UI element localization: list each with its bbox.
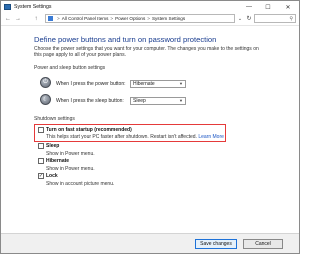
fast-startup-checkbox[interactable] <box>38 127 44 133</box>
sleep-label: Sleep <box>46 143 60 149</box>
chevron-down-icon: ▼ <box>179 81 183 86</box>
lock-checkbox[interactable]: ✓ <box>38 173 44 179</box>
sleep-button-icon: ☾ <box>40 94 51 105</box>
power-button-select[interactable]: Hibernate ▼ <box>130 80 186 88</box>
address-bar: ← → ↑ > All Control Panel Items > Power … <box>1 13 299 25</box>
fast-startup-description: This helps start your PC faster after sh… <box>46 134 224 140</box>
power-button-label: When I press the power button: <box>56 81 126 87</box>
checkmark-icon: ✓ <box>38 172 44 179</box>
lock-description: Show in account picture menu. <box>46 181 115 187</box>
power-button-value: Hibernate <box>133 81 155 87</box>
breadcrumb-separator: > <box>57 16 60 21</box>
fast-startup-desc-text: This helps start your PC faster after sh… <box>46 134 197 140</box>
hibernate-description: Show in Power menu. <box>46 166 95 172</box>
control-panel-icon <box>48 16 53 21</box>
breadcrumb-separator: > <box>147 16 150 21</box>
address-dropdown-icon[interactable]: ⌄ <box>236 14 244 23</box>
page-title: Define power buttons and turn on passwor… <box>34 35 217 44</box>
minimize-button[interactable]: — <box>241 1 257 13</box>
back-arrow-icon[interactable]: ← <box>4 14 12 24</box>
refresh-icon[interactable]: ↻ <box>245 14 253 23</box>
up-arrow-icon[interactable]: ↑ <box>32 14 40 24</box>
sleep-button-label: When I press the sleep button: <box>56 98 124 104</box>
divider <box>1 25 299 26</box>
footer-bar: Save changes Cancel <box>1 233 299 253</box>
lock-label: Lock <box>46 173 58 179</box>
save-changes-button[interactable]: Save changes <box>195 239 237 249</box>
close-button[interactable]: ✕ <box>280 1 296 13</box>
sleep-button-value: Sleep <box>133 98 146 104</box>
breadcrumb-power-options[interactable]: Power Options <box>115 16 145 21</box>
chevron-down-icon: ▼ <box>179 98 183 103</box>
search-input[interactable]: ⚲ <box>254 14 296 23</box>
window-title: System Settings <box>14 4 52 10</box>
power-sleep-section-title: Power and sleep button settings <box>34 65 106 71</box>
sleep-description: Show in Power menu. <box>46 151 95 157</box>
cancel-button[interactable]: Cancel <box>243 239 283 249</box>
breadcrumb-system-settings[interactable]: System Settings <box>152 16 185 21</box>
sleep-button-select[interactable]: Sleep ▼ <box>130 97 186 105</box>
breadcrumb-separator: > <box>110 16 114 21</box>
system-settings-icon <box>4 4 11 10</box>
sleep-checkbox[interactable] <box>38 143 44 149</box>
fast-startup-label: Turn on fast startup (recommended) <box>46 127 132 133</box>
hibernate-label: Hibernate <box>46 158 70 164</box>
search-icon: ⚲ <box>289 15 293 22</box>
forward-arrow-icon[interactable]: → <box>14 14 22 24</box>
page-description: Choose the power settings that you want … <box>34 46 259 58</box>
learn-more-link[interactable]: Learn More <box>198 134 224 140</box>
power-button-icon: ⏻ <box>40 77 51 88</box>
maximize-button[interactable]: ☐ <box>260 1 276 13</box>
hibernate-checkbox[interactable] <box>38 158 44 164</box>
shutdown-section-title: Shutdown settings <box>34 116 75 122</box>
system-settings-window: System Settings — ☐ ✕ ← → ↑ > All Contro… <box>0 0 300 254</box>
breadcrumb-all-control-panel-items[interactable]: All Control Panel Items <box>62 16 109 21</box>
breadcrumb[interactable]: > All Control Panel Items > Power Option… <box>45 14 235 23</box>
